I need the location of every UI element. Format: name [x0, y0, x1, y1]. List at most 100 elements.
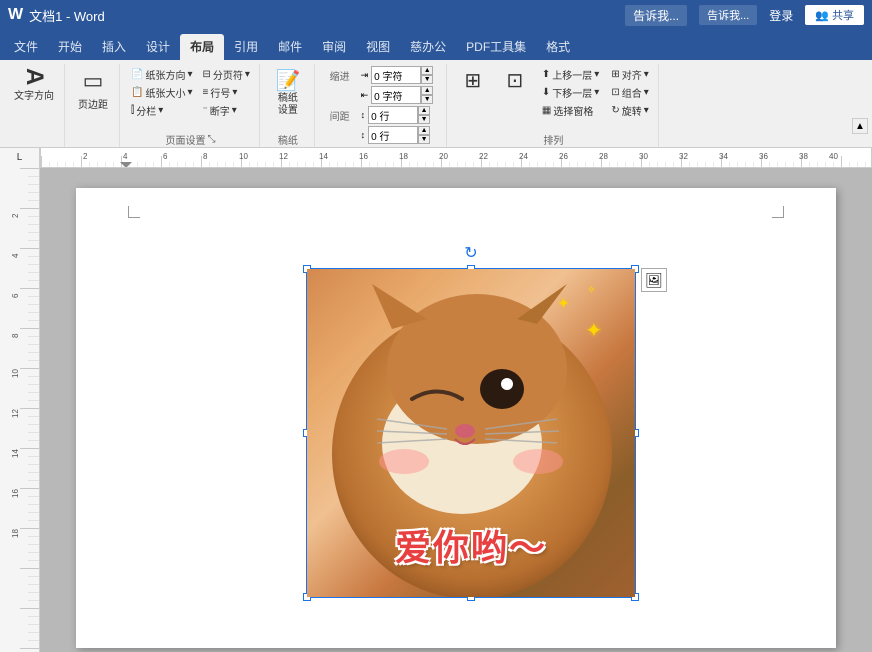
indent-left-down[interactable]: ▼: [421, 75, 433, 84]
image-layout-btn[interactable]: 🖼: [641, 268, 667, 292]
svg-text:10: 10: [239, 152, 248, 161]
page-setup-col1: 📄 纸张方向 ▾ 📋 纸张大小 ▾ ⫿ 分栏 ▾: [128, 66, 195, 119]
page-setup-expand[interactable]: ⤡: [207, 134, 215, 145]
spacing-label: 间距: [330, 108, 358, 123]
hyphenation-btn[interactable]: ⁻ 断字 ▾: [199, 102, 252, 119]
tab-pdf[interactable]: PDF工具集: [456, 34, 536, 60]
tab-help[interactable]: 慈办公: [400, 34, 456, 60]
orientation-dropdown-icon: ▾: [187, 69, 192, 80]
share-btn[interactable]: 👥 共享: [805, 5, 864, 25]
ribbon-group-draft: 📝 稿纸 设置 稿纸: [262, 64, 315, 147]
indent-right-up[interactable]: ▲: [421, 86, 433, 95]
main-area: 2 4 6 8 10 12 14 16 18 ↻: [0, 168, 872, 652]
breaks-btn[interactable]: ⊟ 分页符 ▾: [199, 66, 252, 83]
tab-home[interactable]: 开始: [48, 34, 92, 60]
group-btn[interactable]: ⊡ 组合 ▾: [608, 84, 651, 101]
indent-right-input[interactable]: [371, 86, 421, 104]
svg-text:40: 40: [829, 152, 838, 161]
ribbon-group-content: A 文字方向: [10, 66, 58, 145]
corner-marker-tr: [772, 206, 784, 218]
draft-label-text: 稿纸: [278, 132, 298, 147]
spacing-after-down[interactable]: ▼: [418, 135, 430, 144]
page-setup-label: 页面设置: [165, 132, 205, 147]
tab-mailings[interactable]: 邮件: [268, 34, 312, 60]
columns-btn[interactable]: ⫿ 分栏 ▾: [128, 102, 195, 119]
tab-view[interactable]: 视图: [356, 34, 400, 60]
text-direction-btn[interactable]: A 文字方向: [10, 66, 58, 104]
horizontal-ruler: 2 4 6 8 10 12 14 16 18 20 22 24 26 28 30…: [40, 148, 872, 168]
titlebar-title: 文档1 - Word: [29, 6, 105, 25]
spacing-before-up[interactable]: ▲: [418, 106, 430, 115]
svg-text:8: 8: [203, 152, 208, 161]
tab-layout[interactable]: 布局: [180, 34, 224, 60]
indent-right-down[interactable]: ▼: [421, 95, 433, 104]
doc-page: ↻ 🖼: [76, 188, 836, 648]
group-label: 组合: [622, 85, 642, 100]
corner-marker-tl: [128, 206, 140, 218]
size-btn[interactable]: 📋 纸张大小 ▾: [128, 84, 195, 101]
tab-format[interactable]: 格式: [536, 34, 580, 60]
svg-text:18: 18: [399, 152, 408, 161]
vertical-ruler-svg: 2 4 6 8 10 12 14 16 18: [0, 168, 40, 652]
send-backward-btn[interactable]: ⬇ 下移一层 ▾: [539, 84, 602, 101]
indent-left-up[interactable]: ▲: [421, 66, 433, 75]
ruler-corner-label: L: [17, 152, 23, 163]
tab-design[interactable]: 设计: [136, 34, 180, 60]
indent-arrow-icon: ⇥: [361, 70, 369, 81]
indent-left-spinner: ▲ ▼: [421, 66, 433, 84]
margins-btn[interactable]: ▭ 页边距: [73, 66, 113, 113]
svg-text:4: 4: [123, 152, 128, 161]
share-label: 共享: [832, 7, 854, 23]
login-btn[interactable]: 登录: [769, 7, 793, 24]
breaks-icon: ⊟: [202, 69, 210, 80]
spacing-after-up[interactable]: ▲: [418, 126, 430, 135]
svg-text:6: 6: [11, 293, 20, 298]
svg-text:4: 4: [11, 253, 20, 258]
tab-file[interactable]: 文件: [4, 34, 48, 60]
svg-text:20: 20: [439, 152, 448, 161]
tab-insert[interactable]: 插入: [92, 34, 136, 60]
wrap-text-btn[interactable]: ⊡: [497, 66, 533, 97]
ruler-svg: 2 4 6 8 10 12 14 16 18 20 22 24 26 28 30…: [41, 148, 871, 168]
size-dropdown-icon: ▾: [187, 87, 192, 98]
draft-setup-btn[interactable]: 📝 稿纸 设置: [268, 66, 308, 119]
text-direction-label: 文字方向: [14, 87, 54, 102]
line-numbers-btn[interactable]: ≡ 行号 ▾: [199, 84, 252, 101]
tab-references[interactable]: 引用: [224, 34, 268, 60]
svg-text:16: 16: [359, 152, 368, 161]
tell-btn[interactable]: 告诉我...: [625, 5, 687, 26]
rotate-btn[interactable]: ↻ 旋转 ▾: [608, 102, 651, 119]
send-backward-label: 下移一层: [552, 85, 592, 100]
svg-text:36: 36: [759, 152, 768, 161]
send-backward-icon: ⬇: [542, 87, 550, 98]
titlebar-right: 告诉我... 告诉我... 登录 👥 共享: [625, 5, 864, 26]
svg-text:34: 34: [719, 152, 728, 161]
position-btn[interactable]: ⊞: [455, 66, 491, 97]
rotate-handle[interactable]: ↻: [463, 245, 479, 261]
ribbon-group-content: 📝 稿纸 设置: [268, 66, 308, 130]
size-icon: 📋: [131, 87, 143, 98]
tab-review[interactable]: 审阅: [312, 34, 356, 60]
selection-pane-label: 选择窗格: [553, 103, 593, 118]
spacing-before-input[interactable]: [368, 106, 418, 124]
image-container[interactable]: ↻ 🖼: [306, 268, 636, 598]
bring-forward-icon: ⬆: [542, 69, 550, 80]
svg-text:6: 6: [163, 152, 168, 161]
indent-left-input[interactable]: [371, 66, 421, 84]
selection-pane-btn[interactable]: ▦ 选择窗格: [539, 102, 602, 119]
indent-right-arrow-icon: ⇤: [361, 90, 369, 101]
orientation-btn[interactable]: 📄 纸张方向 ▾: [128, 66, 195, 83]
bring-forward-btn[interactable]: ⬆ 上移一层 ▾: [539, 66, 602, 83]
tell-btn-label[interactable]: 告诉我...: [699, 5, 757, 25]
ruler-bar: L 2 4 6 8 10 12 14 16 18: [0, 148, 872, 168]
orientation-icon: 📄: [131, 69, 143, 80]
columns-label: 分栏: [136, 103, 156, 118]
ruler-corner[interactable]: L: [0, 148, 40, 168]
cat-image: ✦ ✦ ✧ 爱你哟～: [307, 269, 635, 597]
spacing-after-input[interactable]: [368, 126, 418, 144]
ribbon-collapse-btn[interactable]: ▲: [852, 118, 868, 134]
indent-right-spinner: ▲ ▼: [421, 86, 433, 104]
align-btn[interactable]: ⊞ 对齐 ▾: [608, 66, 651, 83]
spacing-before-down[interactable]: ▼: [418, 115, 430, 124]
svg-text:28: 28: [599, 152, 608, 161]
